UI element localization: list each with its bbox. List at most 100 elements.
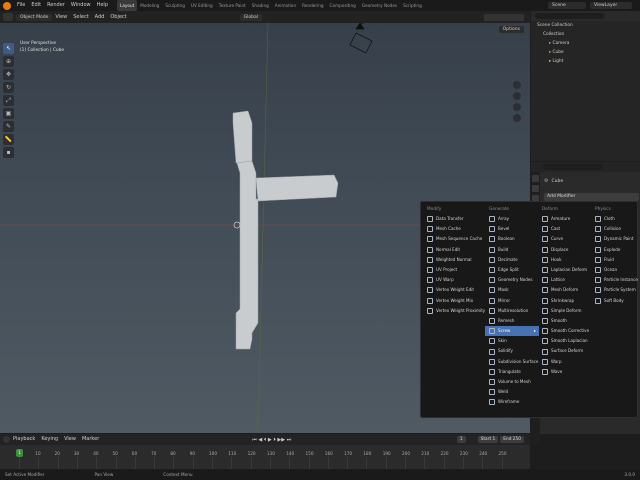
tab-texture-paint[interactable]: Texture Paint xyxy=(216,0,249,11)
zoom-icon[interactable] xyxy=(513,81,521,89)
perspective-toggle-icon[interactable] xyxy=(513,114,521,122)
menu-window[interactable]: Window xyxy=(68,0,94,11)
start-frame-field[interactable]: Start 1 xyxy=(477,436,499,443)
timeline-area[interactable]: 1010203040506070809010011012013014015016… xyxy=(0,445,530,469)
modifier-item[interactable]: Smooth xyxy=(538,316,592,326)
transform-orientation[interactable]: Global xyxy=(239,13,263,21)
outliner-scene-collection[interactable]: Scene Collection xyxy=(531,21,640,30)
modifier-item[interactable]: Skin xyxy=(485,336,539,346)
modifier-item[interactable]: Vertex Weight Mix xyxy=(423,296,477,306)
modifier-item[interactable]: Remesh xyxy=(485,316,539,326)
tab-rendering[interactable]: Rendering xyxy=(299,0,326,11)
modifier-item[interactable]: Explode xyxy=(591,245,640,255)
navigation-gizmo[interactable] xyxy=(513,78,525,125)
modifier-item[interactable]: Mesh Deform xyxy=(538,285,592,295)
modifier-item[interactable]: Geometry Nodes xyxy=(485,275,539,285)
menu-view[interactable]: View xyxy=(52,11,70,23)
menu-timeline-view[interactable]: View xyxy=(61,434,79,445)
modifier-item[interactable]: Fluid xyxy=(591,255,640,265)
tab-scripting[interactable]: Scripting xyxy=(400,0,425,11)
modifier-item[interactable]: Particle Instance xyxy=(591,275,640,285)
view-layer-selector[interactable]: ViewLayer xyxy=(590,2,632,9)
outliner-item-camera[interactable]: ▸ Camera xyxy=(531,39,640,48)
modifier-item[interactable]: Mask xyxy=(485,285,539,295)
modifier-item[interactable]: Laplacian Deform xyxy=(538,265,592,275)
select-tool-icon[interactable]: ↖ xyxy=(3,43,14,54)
outliner-item-collection[interactable]: Collection xyxy=(531,30,640,39)
modifier-item[interactable]: UV Project xyxy=(423,265,477,275)
modifier-item[interactable]: Solidify xyxy=(485,346,539,356)
menu-playback[interactable]: Playback xyxy=(10,434,38,445)
modifier-item[interactable]: Screw ▸ xyxy=(485,326,539,337)
outliner-item-cube[interactable]: ▸ Cube xyxy=(531,48,640,57)
modifier-item[interactable]: Lattice xyxy=(538,275,592,285)
modifier-item[interactable]: Triangulate xyxy=(485,367,539,377)
mode-selector[interactable]: Object Mode xyxy=(16,13,53,21)
tab-layout[interactable]: Layout xyxy=(117,0,138,11)
menu-add[interactable]: Add xyxy=(92,11,108,23)
modifier-item[interactable]: Normal Edit xyxy=(423,245,477,255)
timeline-editor-icon[interactable] xyxy=(3,436,10,443)
tab-modeling[interactable]: Modeling xyxy=(137,0,162,11)
object-name-field[interactable]: ⚙ Cube xyxy=(544,177,634,185)
playback-controls[interactable]: ⏮ ◀ ⏴ ▶ ⏵ ▶▶ ⏭ xyxy=(252,437,291,443)
modifier-item[interactable]: Dynamic Paint xyxy=(591,234,640,244)
shading-buttons[interactable] xyxy=(484,13,524,21)
end-frame-field[interactable]: End 250 xyxy=(500,436,524,443)
menu-edit[interactable]: Edit xyxy=(28,0,44,11)
modifier-item[interactable]: Boolean xyxy=(485,234,539,244)
modifier-item[interactable]: Mesh Sequence Cache xyxy=(423,234,482,244)
outliner-item-light[interactable]: ▸ Light xyxy=(531,57,640,66)
current-frame-field[interactable]: 1 xyxy=(456,436,466,443)
modifier-item[interactable]: Weighted Normal xyxy=(423,255,477,265)
editor-type-icon[interactable] xyxy=(3,13,13,21)
modifier-item[interactable]: Smooth Laplacian xyxy=(538,336,592,346)
modifier-item[interactable]: Array xyxy=(485,214,539,224)
modifier-item[interactable]: Weld xyxy=(485,387,539,397)
modifier-item[interactable]: Build xyxy=(485,245,539,255)
modifier-item[interactable]: Warp xyxy=(538,357,592,367)
modifier-item[interactable]: Wireframe xyxy=(485,397,539,407)
tab-animation[interactable]: Animation xyxy=(272,0,299,11)
move-tool-icon[interactable]: ✥ xyxy=(3,69,14,80)
current-frame-marker[interactable]: 1 xyxy=(16,449,23,457)
modifier-item[interactable]: Volume to Mesh xyxy=(485,377,539,387)
menu-select[interactable]: Select xyxy=(70,11,91,23)
modifier-item[interactable]: Bevel xyxy=(485,224,539,234)
modifier-item[interactable]: Hook xyxy=(538,255,592,265)
modifier-item[interactable]: Cloth xyxy=(591,214,640,224)
menu-object[interactable]: Object xyxy=(107,11,129,23)
menu-keying[interactable]: Keying xyxy=(38,434,61,445)
render-tab-icon[interactable] xyxy=(532,185,539,192)
menu-render[interactable]: Render xyxy=(44,0,68,11)
modifier-item[interactable]: Particle System xyxy=(591,285,640,295)
modifier-item[interactable]: Curve xyxy=(538,234,592,244)
modifier-item[interactable]: Ocean xyxy=(591,265,640,275)
modifier-item[interactable]: Collision xyxy=(591,224,640,234)
modifier-item[interactable]: Decimate xyxy=(485,255,539,265)
modifier-item[interactable]: Armature xyxy=(538,214,592,224)
modifier-item[interactable]: Surface Deform xyxy=(538,346,592,356)
modifier-item[interactable]: Mirror xyxy=(485,296,539,306)
measure-tool-icon[interactable]: 📏 xyxy=(3,134,14,145)
tab-compositing[interactable]: Compositing xyxy=(327,0,359,11)
blender-logo-icon[interactable] xyxy=(3,1,11,10)
modifier-item[interactable]: Vertex Weight Proximity xyxy=(423,306,485,316)
menu-help[interactable]: Help xyxy=(94,0,111,11)
modifier-item[interactable]: Vertex Weight Edit xyxy=(423,285,477,295)
modifier-item[interactable]: Subdivision Surface xyxy=(485,357,539,367)
modifier-item[interactable]: Wave xyxy=(538,367,592,377)
scale-tool-icon[interactable]: ⤢ xyxy=(3,95,14,106)
rotate-tool-icon[interactable]: ↻ xyxy=(3,82,14,93)
camera-view-icon[interactable] xyxy=(513,103,521,111)
add-cube-tool-icon[interactable]: ▪ xyxy=(3,147,14,158)
modifier-item[interactable]: Multiresolution xyxy=(485,306,539,316)
modifier-item[interactable]: Cast xyxy=(538,224,592,234)
cursor-tool-icon[interactable]: ⊕ xyxy=(3,56,14,67)
menu-file[interactable]: File xyxy=(14,0,28,11)
pan-icon[interactable] xyxy=(513,92,521,100)
modifier-item[interactable]: Edge Split xyxy=(485,265,539,275)
modifier-item[interactable]: Displace xyxy=(538,245,592,255)
tab-geometry-nodes[interactable]: Geometry Nodes xyxy=(359,0,400,11)
menu-marker[interactable]: Marker xyxy=(79,434,102,445)
